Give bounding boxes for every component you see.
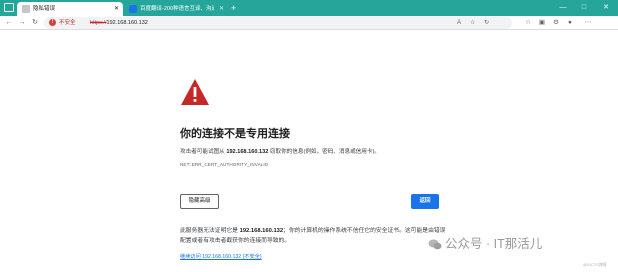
url-text[interactable]: https://192.168.160.132 (90, 17, 148, 29)
toolbar: ← → ↻ ! 不安全 https://192.168.160.132 A ☆ … (0, 16, 618, 30)
refresh-page-icon[interactable]: ↻ (484, 17, 489, 29)
profile-icon[interactable]: ● (565, 17, 575, 29)
watermark-text: 公众号 · IT那活儿 (445, 237, 543, 251)
close-window-button[interactable]: ✕ (597, 0, 615, 16)
url-host: 192.168.160.132 (106, 20, 148, 26)
collections-icon[interactable]: ▣ (537, 17, 547, 29)
page-icon (22, 5, 30, 13)
error-description: 攻击者可能试图从 192.168.160.132 窃取你的信息(例如，密码、消息… (180, 147, 380, 155)
description-suffix: 窃取你的信息(例如，密码、消息或信用卡)。 (269, 149, 380, 155)
close-tab-icon[interactable]: ✕ (219, 2, 224, 16)
back-arrow-icon[interactable]: ← (4, 17, 14, 29)
tab-privacy-error[interactable]: 隐私错误 ✕ (17, 2, 123, 16)
warning-icon[interactable]: ! (49, 19, 56, 26)
new-tab-button[interactable]: + (231, 1, 236, 15)
advanced-details: 此服务器无法证明它是 192.168.160.132；你的计算机的操作系统不信任… (180, 226, 450, 246)
close-tab-icon[interactable]: ✕ (114, 2, 119, 16)
favorites-icon[interactable]: ☆ (523, 17, 533, 29)
security-label[interactable]: 不安全 (59, 17, 76, 29)
maximize-button[interactable]: □ (575, 0, 593, 16)
error-code[interactable]: NET::ERR_CERT_AUTHORITY_INVALID (180, 162, 268, 167)
baidu-favicon-icon (129, 5, 137, 13)
refresh-icon[interactable]: ↻ (30, 17, 40, 29)
forward-arrow-icon[interactable]: → (17, 17, 27, 29)
corner-watermark: @51CTO博客 (583, 263, 607, 267)
extensions-icon[interactable]: ⚙ (551, 17, 561, 29)
warning-triangle-icon (181, 79, 209, 105)
detail-host: 192.168.160.132 (239, 228, 284, 234)
tab-actions-icon[interactable] (4, 3, 14, 12)
more-menu-icon[interactable]: ⋯ (583, 17, 593, 29)
address-bar[interactable]: ! 不安全 https://192.168.160.132 A ☆ ↻ (44, 17, 512, 29)
detail-prefix: 此服务器无法证明它是 (180, 228, 238, 234)
hide-advanced-button[interactable]: 隐藏高级 (180, 194, 219, 209)
tab-strip: 隐私错误 ✕ 百度翻译-200种语言互译、沟通... ✕ + — □ ✕ (0, 0, 618, 16)
url-scheme: https:// (90, 20, 107, 26)
favorite-star-icon[interactable]: ☆ (470, 17, 475, 29)
minimize-button[interactable]: — (554, 0, 572, 16)
page-title: 你的连接不是专用连接 (180, 128, 290, 140)
wechat-logo-icon (428, 239, 442, 250)
description-prefix: 攻击者可能试图从 (180, 149, 225, 155)
tab-title: 百度翻译-200种语言互译、沟通... (140, 6, 214, 12)
proceed-unsafe-link[interactable]: 继续访问 192.168.160.132 (不安全) (180, 253, 262, 260)
back-button[interactable]: 返回 (411, 194, 439, 209)
description-host: 192.168.160.132 (226, 149, 269, 155)
tab-baidu-translate[interactable]: 百度翻译-200种语言互译、沟通... ✕ (124, 2, 228, 16)
tab-title: 隐私错误 (33, 6, 56, 12)
read-aloud-icon[interactable]: A (457, 17, 461, 29)
